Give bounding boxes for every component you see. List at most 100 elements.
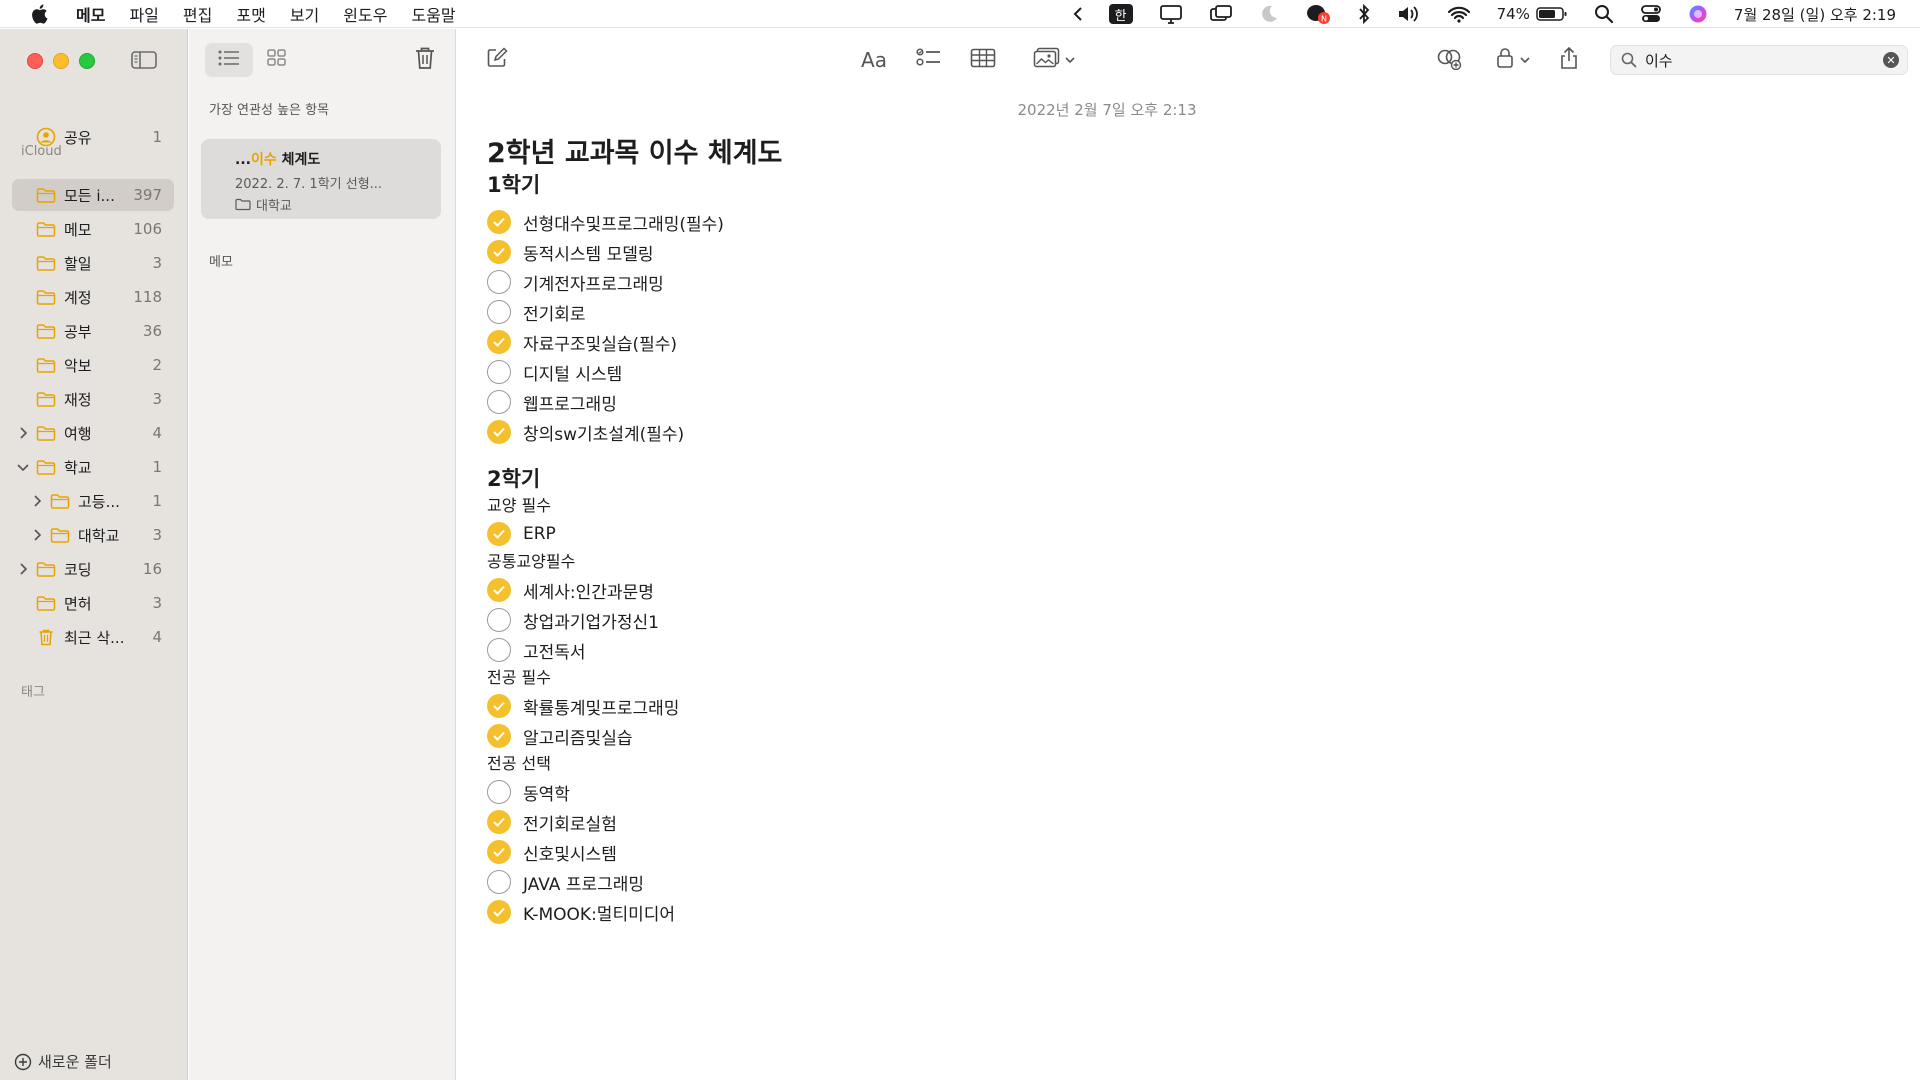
unchecked-checkbox[interactable] [487,360,511,384]
unchecked-checkbox[interactable] [487,390,511,414]
messages-badge-icon[interactable]: N [1305,0,1331,28]
checklist-button[interactable] [913,45,945,75]
input-method-indicator[interactable]: 한 [1108,4,1133,24]
checklist-item-text: 전기회로 [523,304,586,325]
chevron-down-icon [1520,56,1530,64]
unchecked-checkbox[interactable] [487,870,511,894]
checked-checkbox[interactable] [487,724,511,748]
sidebar-item-sheet-music[interactable]: 악보 2 [12,349,174,381]
sidebar-item-travel[interactable]: 여행 4 [12,417,174,449]
unchecked-checkbox[interactable] [487,638,511,662]
notes-section-header: 메모 [209,255,233,270]
sidebar-item-memo[interactable]: 메모 106 [12,213,174,245]
note-heading: 2학년 교과목 이수 체계도 [487,138,783,169]
unchecked-checkbox[interactable] [487,270,511,294]
bluetooth-icon[interactable] [1357,0,1371,28]
checked-checkbox[interactable] [487,420,511,444]
table-button[interactable] [967,45,999,75]
checklist-item: 신호및시스템 [487,837,1387,867]
chevron-right-icon[interactable] [30,529,44,541]
screen-mirroring-icon[interactable] [1209,0,1233,28]
apple-menu-icon[interactable] [28,3,50,25]
battery-icon[interactable] [1536,0,1568,28]
note-body[interactable]: 2학년 교과목 이수 체계도 1학기 선형대수및프로그래밍(필수) 동적시스템 … [487,137,1387,927]
media-button[interactable] [1029,45,1079,75]
sidebar-item-study[interactable]: 공부 36 [12,315,174,347]
unchecked-checkbox[interactable] [487,608,511,632]
checked-checkbox[interactable] [487,840,511,864]
format-text-label: Aa [861,48,887,72]
checklist-item: 창의sw기초설계(필수) [487,417,1387,447]
checked-checkbox[interactable] [487,210,511,234]
sidebar-toggle-icon[interactable] [130,49,158,71]
sidebar-item-school[interactable]: 학교 1 [12,451,174,483]
chevron-left-icon[interactable] [1073,0,1083,28]
share-button[interactable] [1555,45,1583,75]
checked-checkbox[interactable] [487,694,511,718]
checked-checkbox[interactable] [487,578,511,602]
sidebar-item-coding[interactable]: 코딩 16 [12,553,174,585]
unchecked-checkbox[interactable] [487,300,511,324]
compose-button[interactable] [483,45,511,75]
spotlight-search-icon[interactable] [1594,0,1614,28]
checked-checkbox[interactable] [487,330,511,354]
note-folder-label: 대학교 [256,199,292,214]
checklist-item: 전기회로실험 [487,807,1387,837]
close-window-button[interactable] [27,53,43,69]
view-mode-segmented-control [205,43,301,77]
gallery-view-button[interactable] [253,43,301,77]
sidebar-item-recently-deleted[interactable]: 최근 삭... 4 [12,621,174,653]
sidebar-item-count: 397 [133,186,162,204]
sidebar-item-highschool[interactable]: 고등... 1 [26,485,174,517]
folder-icon [34,321,58,341]
siri-icon[interactable] [1688,0,1708,28]
lock-button[interactable] [1491,45,1535,75]
sidebar-item-todo[interactable]: 할일 3 [12,247,174,279]
sidebar-item-finance[interactable]: 재정 3 [12,383,174,415]
format-text-button[interactable]: Aa [857,45,891,75]
wifi-icon[interactable] [1447,0,1471,28]
chevron-right-icon[interactable] [16,427,30,439]
volume-icon[interactable] [1397,0,1421,28]
menu-format[interactable]: 포맷 [236,2,265,26]
list-view-button[interactable] [205,43,253,77]
menu-view[interactable]: 보기 [290,2,319,26]
collaborate-button[interactable] [1433,45,1465,75]
sidebar-item-count: 3 [152,526,162,544]
unchecked-checkbox[interactable] [487,780,511,804]
sidebar-item-label: 최근 삭... [64,628,125,647]
menu-edit[interactable]: 편집 [183,2,212,26]
menu-file[interactable]: 파일 [129,2,158,26]
menu-help[interactable]: 도움말 [411,2,455,26]
menu-window[interactable]: 윈도우 [343,2,387,26]
new-folder-label: 새로운 폴더 [38,1053,112,1071]
search-input[interactable] [1645,51,1865,69]
sidebar-item-label: 메모 [64,220,92,239]
sidebar-item-accounts[interactable]: 계정 118 [12,281,174,313]
chevron-right-icon[interactable] [16,563,30,575]
search-field[interactable]: ✕ [1610,45,1908,75]
clear-search-icon[interactable]: ✕ [1883,52,1899,68]
sidebar-item-count: 4 [152,628,162,646]
moon-icon[interactable] [1259,0,1279,28]
sidebar-item-license[interactable]: 면허 3 [12,587,174,619]
sidebar-item-university[interactable]: 대학교 3 [26,519,174,551]
zoom-window-button[interactable] [79,53,95,69]
checked-checkbox[interactable] [487,522,511,546]
new-folder-button[interactable]: 새로운 폴더 [14,1051,112,1072]
menu-app-name[interactable]: 메모 [76,2,105,26]
checklist-item-text: 신호및시스템 [523,844,617,865]
checked-checkbox[interactable] [487,900,511,924]
tags-section-header: 태그 [21,685,45,700]
checked-checkbox[interactable] [487,810,511,834]
note-list-item[interactable]: ...이수 체계도 2022. 2. 7. 1학기 선형... 대학교 [201,139,441,219]
control-center-icon[interactable] [1640,0,1662,28]
minimize-window-button[interactable] [53,53,69,69]
clock-datetime[interactable]: 7월 28일 (일) 오후 2:19 [1734,0,1896,28]
chevron-right-icon[interactable] [30,495,44,507]
sidebar-item-all-icloud[interactable]: 모든 i... 397 [12,179,174,211]
chevron-down-icon[interactable] [16,463,30,471]
delete-note-button[interactable] [412,47,438,73]
display-icon[interactable] [1159,0,1183,28]
checked-checkbox[interactable] [487,240,511,264]
